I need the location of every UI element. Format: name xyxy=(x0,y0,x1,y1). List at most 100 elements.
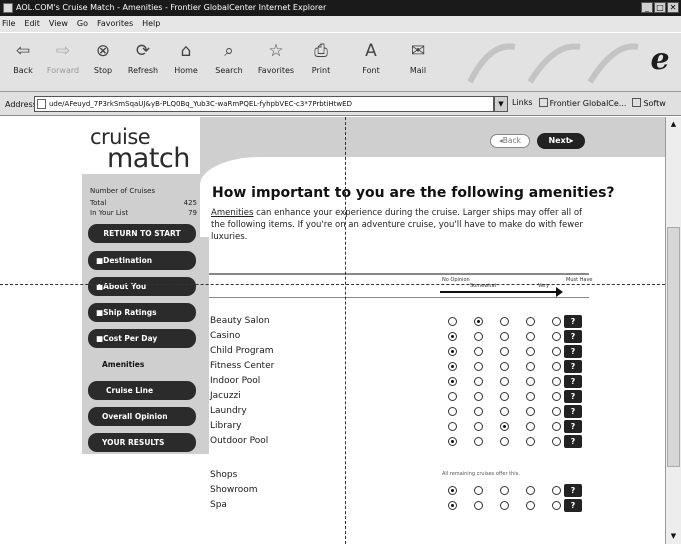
nav-overall-opinion[interactable]: Overall Opinion xyxy=(88,407,196,426)
importance-radio[interactable] xyxy=(552,392,561,401)
importance-radio[interactable] xyxy=(526,422,535,431)
must-have-button[interactable]: ? xyxy=(564,499,582,512)
importance-radio[interactable] xyxy=(526,362,535,371)
close-button[interactable]: ✕ xyxy=(667,2,679,13)
nav-ship-ratings[interactable]: ■Ship Ratings xyxy=(88,303,196,322)
ie-window-icon[interactable] xyxy=(3,3,13,13)
importance-radio[interactable] xyxy=(448,332,457,341)
importance-radio[interactable] xyxy=(474,407,483,416)
importance-radio[interactable] xyxy=(500,422,509,431)
scroll-up-arrow-icon[interactable]: ▲ xyxy=(668,119,679,130)
importance-radio[interactable] xyxy=(500,407,509,416)
importance-radio[interactable] xyxy=(474,501,483,510)
address-dropdown-button[interactable]: ▼ xyxy=(494,96,508,112)
importance-radio[interactable] xyxy=(526,437,535,446)
importance-radio[interactable] xyxy=(500,392,509,401)
importance-radio[interactable] xyxy=(526,501,535,510)
importance-radio[interactable] xyxy=(500,437,509,446)
menu-file[interactable]: File xyxy=(2,16,15,32)
importance-radio[interactable] xyxy=(448,362,457,371)
importance-radio[interactable] xyxy=(474,362,483,371)
must-have-button[interactable]: ? xyxy=(564,484,582,497)
vertical-scrollbar[interactable]: ▲ ▼ xyxy=(665,117,681,544)
mail-button[interactable]: ✉ Mail xyxy=(397,37,439,89)
importance-radio[interactable] xyxy=(500,486,509,495)
scroll-thumb[interactable] xyxy=(667,227,680,467)
back-page-button[interactable]: ◂Back xyxy=(490,134,530,148)
importance-radio[interactable] xyxy=(552,486,561,495)
must-have-button[interactable]: ? xyxy=(564,360,582,373)
importance-radio[interactable] xyxy=(474,486,483,495)
must-have-button[interactable]: ? xyxy=(564,405,582,418)
importance-radio[interactable] xyxy=(474,437,483,446)
home-button[interactable]: ⌂ Home xyxy=(165,37,207,89)
link-frontier[interactable]: Frontier GlobalCe... xyxy=(538,98,626,108)
importance-radio[interactable] xyxy=(552,407,561,416)
importance-radio[interactable] xyxy=(500,377,509,386)
importance-radio[interactable] xyxy=(552,347,561,356)
forward-button[interactable]: ⇨ Forward xyxy=(42,37,84,89)
search-button[interactable]: ⌕ Search xyxy=(208,37,250,89)
must-have-button[interactable]: ? xyxy=(564,420,582,433)
must-have-button[interactable]: ? xyxy=(564,345,582,358)
importance-radio[interactable] xyxy=(448,501,457,510)
importance-radio[interactable] xyxy=(448,392,457,401)
stop-button[interactable]: ⊗ Stop xyxy=(82,37,124,89)
importance-radio[interactable] xyxy=(474,347,483,356)
must-have-button[interactable]: ? xyxy=(564,435,582,448)
importance-radio[interactable] xyxy=(526,392,535,401)
amenities-link[interactable]: Amenities xyxy=(211,208,253,218)
nav-amenities[interactable]: Amenities xyxy=(88,355,196,374)
link-software[interactable]: Softw xyxy=(632,98,666,108)
importance-radio[interactable] xyxy=(474,422,483,431)
importance-radio[interactable] xyxy=(474,377,483,386)
importance-radio[interactable] xyxy=(552,332,561,341)
favorites-button[interactable]: ☆ Favorites xyxy=(255,37,297,89)
nav-your-results[interactable]: YOUR RESULTS xyxy=(88,433,196,452)
maximize-button[interactable]: □ xyxy=(654,2,666,13)
must-have-button[interactable]: ? xyxy=(564,315,582,328)
menu-edit[interactable]: Edit xyxy=(24,16,40,32)
nav-cost-per-day[interactable]: ■Cost Per Day xyxy=(88,329,196,348)
next-page-button[interactable]: Next▸ xyxy=(537,133,585,149)
links-label[interactable]: Links xyxy=(512,98,533,108)
menu-go[interactable]: Go xyxy=(77,16,88,32)
importance-radio[interactable] xyxy=(552,362,561,371)
importance-radio[interactable] xyxy=(448,407,457,416)
importance-radio[interactable] xyxy=(474,317,483,326)
menu-favorites[interactable]: Favorites xyxy=(97,16,133,32)
importance-radio[interactable] xyxy=(526,407,535,416)
address-input[interactable]: ude/AFeuyd_7P3rkSmSqaUJ&yB-PLQ0Bq_Yub3C-… xyxy=(34,96,494,112)
importance-radio[interactable] xyxy=(500,317,509,326)
must-have-button[interactable]: ? xyxy=(564,375,582,388)
must-have-button[interactable]: ? xyxy=(564,330,582,343)
importance-radio[interactable] xyxy=(552,437,561,446)
importance-radio[interactable] xyxy=(448,437,457,446)
minimize-button[interactable]: _ xyxy=(641,2,653,13)
importance-radio[interactable] xyxy=(526,377,535,386)
importance-radio[interactable] xyxy=(448,347,457,356)
importance-radio[interactable] xyxy=(526,486,535,495)
menu-view[interactable]: View xyxy=(49,16,68,32)
importance-radio[interactable] xyxy=(448,317,457,326)
importance-radio[interactable] xyxy=(474,392,483,401)
scroll-down-arrow-icon[interactable]: ▼ xyxy=(668,531,679,542)
font-button[interactable]: A Font xyxy=(350,37,392,89)
must-have-button[interactable]: ? xyxy=(564,390,582,403)
menu-help[interactable]: Help xyxy=(142,16,160,32)
importance-radio[interactable] xyxy=(448,486,457,495)
importance-radio[interactable] xyxy=(448,377,457,386)
importance-radio[interactable] xyxy=(552,501,561,510)
refresh-button[interactable]: ⟳ Refresh xyxy=(122,37,164,89)
importance-radio[interactable] xyxy=(500,362,509,371)
importance-radio[interactable] xyxy=(552,377,561,386)
importance-radio[interactable] xyxy=(526,332,535,341)
importance-radio[interactable] xyxy=(552,422,561,431)
nav-destination[interactable]: ■Destination xyxy=(88,251,196,270)
importance-radio[interactable] xyxy=(552,317,561,326)
back-button[interactable]: ⇦ Back xyxy=(2,37,44,89)
nav-cruise-line[interactable]: Cruise Line xyxy=(88,381,196,400)
importance-radio[interactable] xyxy=(448,422,457,431)
importance-radio[interactable] xyxy=(500,347,509,356)
importance-radio[interactable] xyxy=(500,501,509,510)
